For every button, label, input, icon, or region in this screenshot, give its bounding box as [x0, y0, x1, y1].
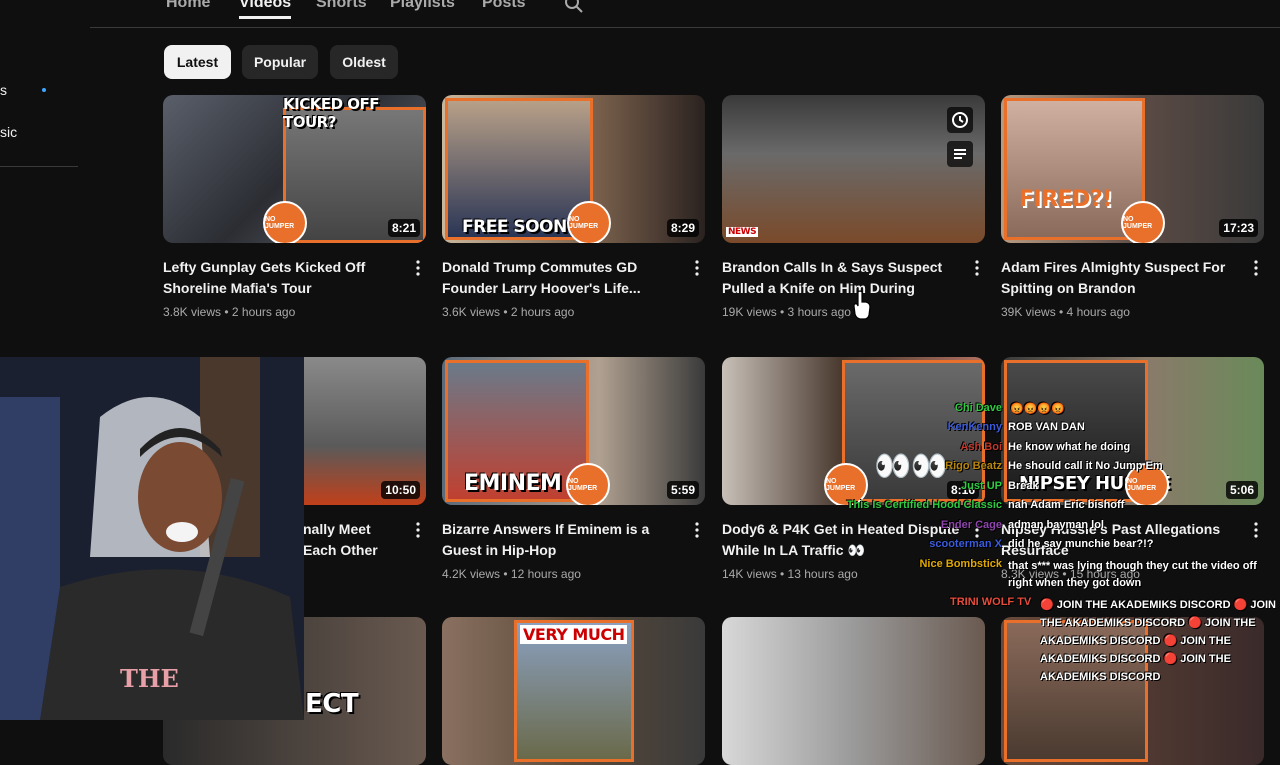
more-actions-icon[interactable]: [691, 521, 703, 539]
watch-later-icon[interactable]: [947, 107, 973, 133]
new-content-dot: [42, 88, 46, 92]
tabs-divider: [90, 27, 1280, 28]
video-duration: 17:23: [1219, 219, 1258, 237]
chat-message: did he say munchie bear?!?: [1008, 538, 1154, 550]
tab-posts[interactable]: Posts: [482, 0, 526, 12]
sidebar-divider: [0, 166, 78, 167]
tab-videos[interactable]: Videos: [239, 0, 291, 12]
video-meta: 3.8K views • 2 hours ago: [163, 305, 296, 319]
chat-message: He know what he doing: [1008, 441, 1131, 453]
filter-chip-popular[interactable]: Popular: [242, 45, 318, 79]
chat-username: This Is Certified Hood Classic: [846, 499, 1002, 511]
thumbnail-caption: KICKED OFF TOUR?: [283, 95, 380, 131]
chat-message: 😡😡😡😡: [1010, 403, 1065, 415]
more-actions-icon[interactable]: [1250, 259, 1262, 277]
video-thumbnail[interactable]: KICKED OFF TOUR? NO JUMPER 8:21: [163, 95, 426, 243]
tab-playlists[interactable]: Playlists: [390, 0, 455, 12]
thumbnail-caption: 👀👀: [874, 449, 948, 484]
chat-username: Nice Bombstick: [919, 558, 1002, 570]
filter-chip-oldest[interactable]: Oldest: [330, 45, 398, 79]
video-duration: 10:50: [381, 481, 420, 499]
active-tab-indicator: [239, 16, 291, 19]
more-actions-icon[interactable]: [412, 521, 424, 539]
thumbnail-caption: ECT: [305, 689, 359, 719]
chat-message: He should call it No Jump Em: [1008, 460, 1163, 472]
video-meta: 19K views • 3 hours ago: [722, 305, 851, 319]
video-meta: 4.2K views • 12 hours ago: [442, 567, 581, 581]
webcam-overlay: THE: [0, 357, 304, 720]
chat-username: Chi Dave: [954, 402, 1002, 414]
chat-message: ROB VAN DAN: [1008, 421, 1085, 433]
sidebar-item-stub[interactable]: sic: [0, 124, 17, 140]
video-thumbnail[interactable]: FIRED?! NO JUMPER 17:23: [1001, 95, 1264, 243]
chat-message: nah Adam Eric bishoff: [1008, 499, 1125, 511]
chat-message: adman bayman lol: [1008, 519, 1104, 531]
filter-chip-latest[interactable]: Latest: [164, 45, 231, 79]
thumbnail-caption: FIRED?!: [1019, 187, 1112, 212]
thumbnail-caption: VERY MUCH: [520, 625, 628, 644]
video-title[interactable]: nally Meet Each Other: [303, 519, 403, 561]
thumbnail-caption: EMINEM: [464, 471, 562, 496]
video-title[interactable]: Brandon Calls In & Says Suspect Pulled a…: [722, 257, 962, 299]
more-actions-icon[interactable]: [1250, 521, 1262, 539]
video-title[interactable]: Donald Trump Commutes GD Founder Larry H…: [442, 257, 682, 299]
chat-username: scooterman X: [929, 538, 1002, 550]
streamer-figure: THE: [0, 357, 304, 720]
more-actions-icon[interactable]: [412, 259, 424, 277]
video-thumbnail[interactable]: 👀👀 NO JUMPER 8:16: [722, 357, 985, 505]
tab-shorts[interactable]: Shorts: [316, 0, 367, 12]
video-thumbnail[interactable]: EMINEM NO JUMPER 5:59: [442, 357, 705, 505]
no-jumper-logo: NO JUMPER: [263, 201, 307, 243]
tab-home[interactable]: Home: [166, 0, 210, 12]
add-to-queue-icon[interactable]: [947, 141, 973, 167]
more-actions-icon[interactable]: [971, 259, 983, 277]
video-meta: 39K views • 4 hours ago: [1001, 305, 1130, 319]
video-thumbnail[interactable]: FREE SOON? NO JUMPER 8:29: [442, 95, 705, 243]
video-meta: 14K views • 13 hours ago: [722, 567, 858, 581]
video-thumbnail[interactable]: [722, 617, 985, 765]
chat-username: TRINI WOLF TV: [950, 596, 1032, 608]
video-title[interactable]: Lefty Gunplay Gets Kicked Off Shoreline …: [163, 257, 403, 299]
sidebar-item-stub[interactable]: s: [0, 82, 7, 98]
no-jumper-logo: NO JUMPER: [567, 201, 611, 243]
hand-cursor-icon: [853, 290, 871, 320]
video-title[interactable]: Dody6 & P4K Get in Heated Dispute While …: [722, 519, 962, 561]
no-jumper-logo: NO JUMPER: [566, 463, 610, 505]
video-meta: 3.6K views • 2 hours ago: [442, 305, 575, 319]
more-actions-icon[interactable]: [691, 259, 703, 277]
chat-username: KenKenny: [947, 421, 1002, 433]
video-title[interactable]: Adam Fires Almighty Suspect For Spitting…: [1001, 257, 1241, 299]
chat-username: Ender Cage: [940, 519, 1002, 531]
chat-username: Just UP: [961, 480, 1002, 492]
video-thumbnail[interactable]: VERY MUCH: [442, 617, 705, 765]
video-title[interactable]: Bizarre Answers If Eminem is a Guest in …: [442, 519, 682, 561]
video-duration: 8:21: [387, 219, 420, 237]
thumbnail-caption: NEWS: [726, 227, 759, 237]
chat-message: that s*** was lying though they cut the …: [1008, 560, 1257, 589]
video-thumbnail[interactable]: NEWS: [722, 95, 985, 243]
video-duration: 5:59: [666, 481, 699, 499]
video-duration: 5:06: [1225, 481, 1258, 499]
video-duration: 8:29: [666, 219, 699, 237]
chat-message: Break: [1008, 480, 1039, 492]
svg-text:THE: THE: [120, 664, 179, 693]
chat-message: 🔴 JOIN THE AKADEMIKS DISCORD 🔴 JOIN THE …: [1040, 599, 1276, 683]
no-jumper-logo: NO JUMPER: [1121, 201, 1165, 243]
thumbnail-caption: FREE SOON?: [462, 217, 577, 237]
chat-username: Ash Boi: [960, 441, 1002, 453]
chat-username: Rigo Beatz: [945, 460, 1002, 472]
search-icon[interactable]: [564, 0, 584, 14]
